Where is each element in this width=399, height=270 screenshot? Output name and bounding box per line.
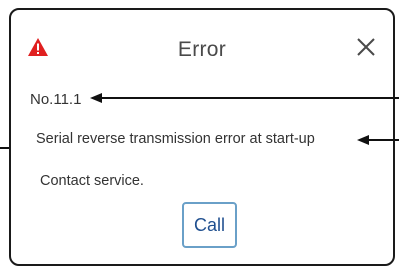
contact-instruction: Contact service. [40, 173, 144, 189]
message-pointer-line [367, 139, 399, 141]
error-code: No.11.1 [30, 91, 82, 108]
code-pointer-line [100, 97, 399, 99]
error-dialog: Error No.11.1 Serial reverse transmissio… [9, 8, 395, 266]
close-icon[interactable] [355, 36, 377, 58]
dialog-header: Error [11, 10, 393, 76]
left-pointer-line [0, 147, 9, 149]
dialog-title: Error [177, 38, 227, 61]
error-message: Serial reverse transmission error at sta… [36, 131, 315, 147]
call-button[interactable]: Call [182, 202, 237, 248]
code-pointer-arrowhead [90, 93, 102, 103]
message-pointer-arrowhead [357, 135, 369, 145]
